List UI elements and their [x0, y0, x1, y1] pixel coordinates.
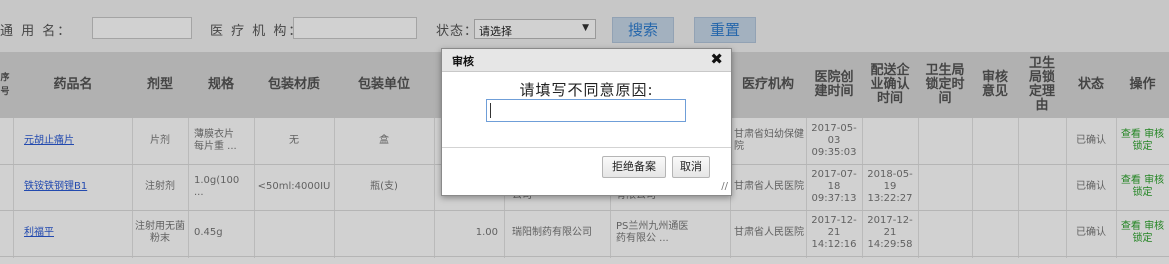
reason-input[interactable]	[486, 99, 686, 122]
dialog-titlebar[interactable]: 审核 ✖	[442, 49, 731, 72]
page: 通 用 名： 医 疗 机 构： 状态： 请选择 ▼ 搜索 重置 序 号 药品名 …	[0, 0, 1169, 264]
close-icon[interactable]: ✖	[710, 50, 723, 68]
cancel-button[interactable]: 取消	[672, 156, 710, 178]
dialog-prompt: 请填写不同意原因:	[519, 81, 654, 99]
review-dialog: 审核 ✖ 请填写不同意原因: 拒绝备案 取消 //	[441, 48, 732, 196]
dialog-title: 审核	[452, 55, 474, 68]
dialog-divider	[442, 147, 731, 148]
resize-grip-icon[interactable]: //	[721, 181, 728, 192]
text-caret	[490, 103, 491, 118]
reject-filing-button[interactable]: 拒绝备案	[602, 156, 666, 178]
